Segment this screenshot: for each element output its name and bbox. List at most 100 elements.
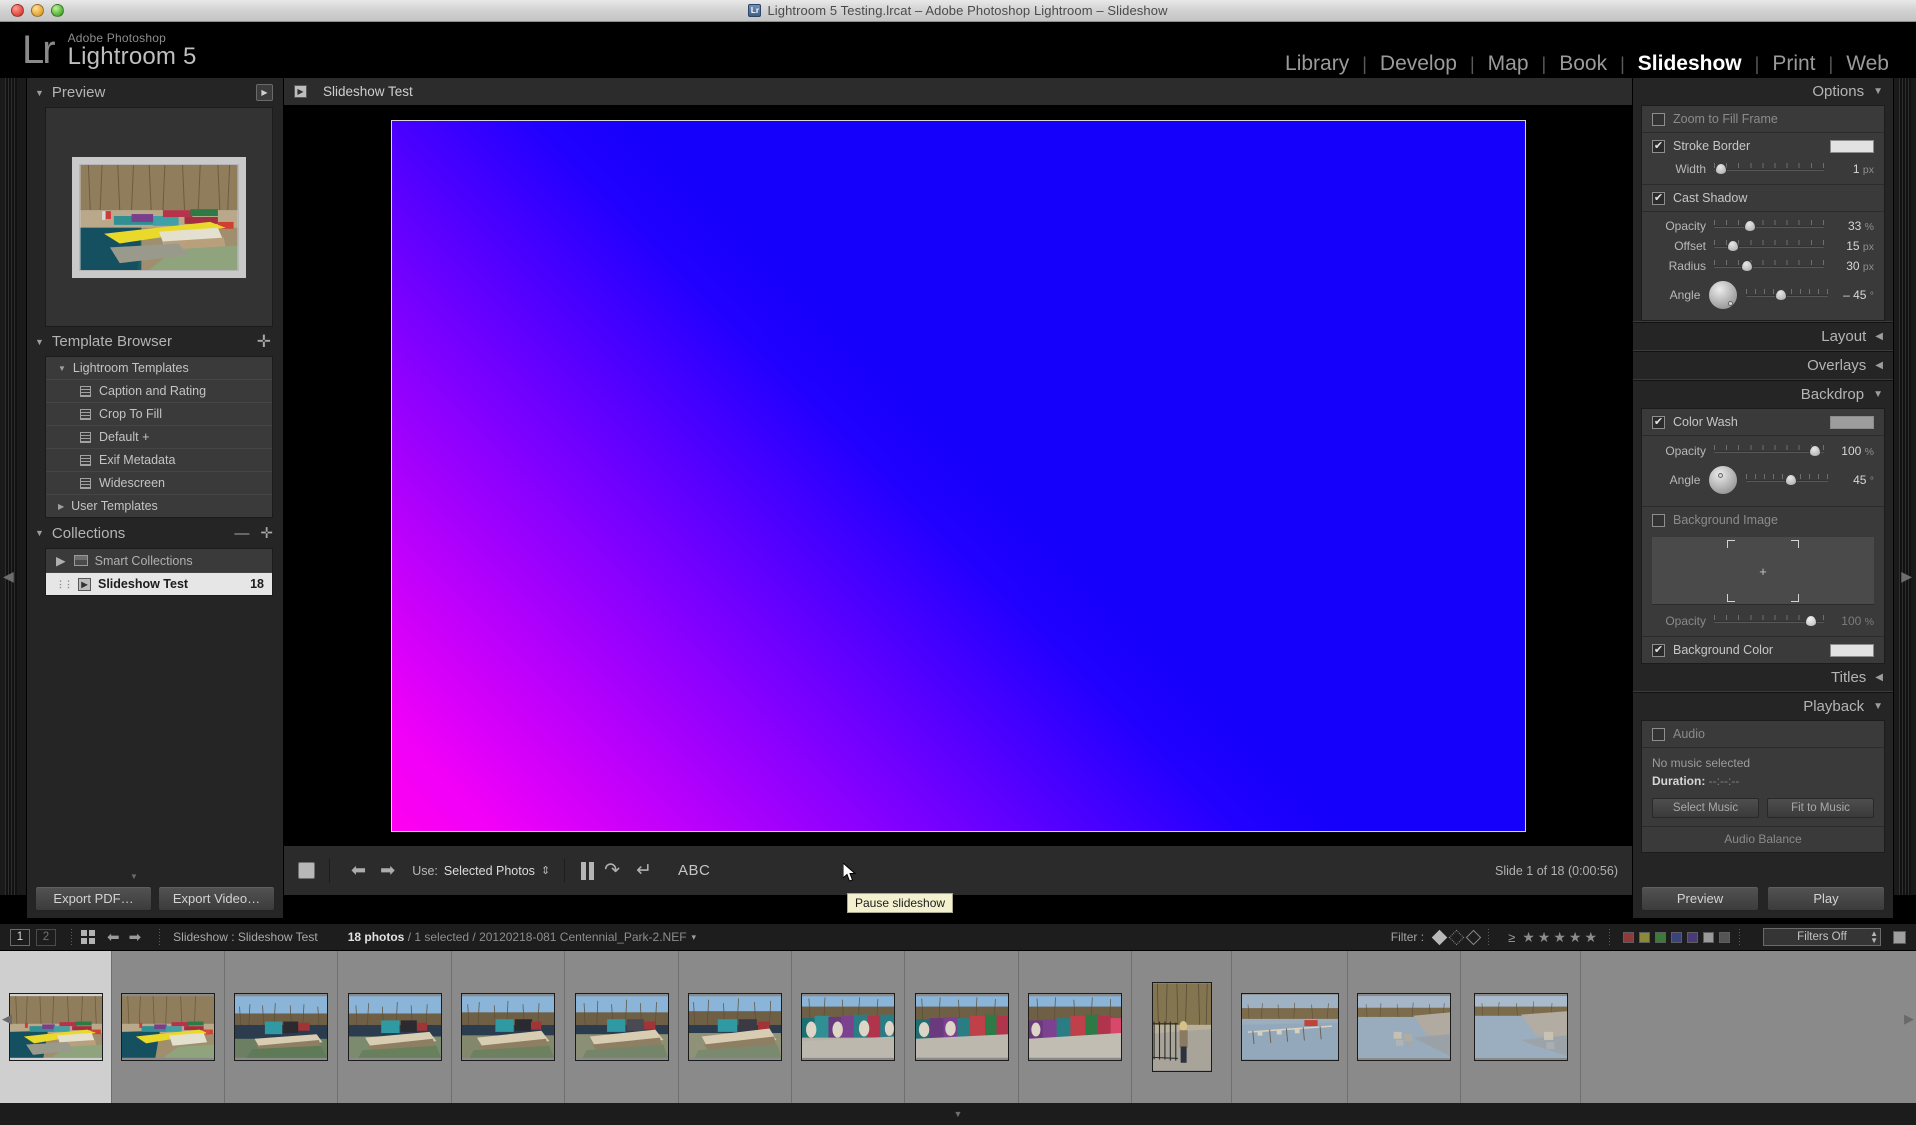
stroke-border-color-swatch[interactable] bbox=[1830, 139, 1874, 153]
play-button[interactable]: Play bbox=[1767, 885, 1885, 911]
slide-canvas[interactable] bbox=[391, 121, 1525, 831]
filmstrip[interactable]: ◀ ▶ bbox=[0, 951, 1916, 1103]
stroke-border-row[interactable]: ✔ Stroke Border bbox=[1642, 133, 1884, 159]
shadow-angle-slider[interactable] bbox=[1746, 289, 1829, 301]
color-label-none-icon[interactable] bbox=[1719, 931, 1730, 943]
shadow-offset-row[interactable]: Offset 15 px bbox=[1642, 236, 1884, 256]
color-label-purple-icon[interactable] bbox=[1687, 931, 1698, 943]
prev-slide-icon[interactable]: ⬅ bbox=[351, 860, 366, 881]
section-header-titles[interactable]: Titles ◀ bbox=[1633, 664, 1893, 691]
star-rating-filter[interactable]: ★★★★★ bbox=[1522, 929, 1600, 946]
color-wash-angle-dial[interactable] bbox=[1708, 465, 1739, 495]
slider-knob[interactable] bbox=[1785, 474, 1798, 486]
slider-knob[interactable] bbox=[1804, 615, 1817, 627]
collections-panel-header[interactable]: ▼ Collections — ✛ bbox=[27, 518, 283, 548]
list-item[interactable] bbox=[338, 951, 452, 1103]
loop-icon[interactable]: ↷ bbox=[604, 859, 620, 882]
background-image-row[interactable]: ✔ Background Image bbox=[1642, 507, 1884, 533]
color-label-green-icon[interactable] bbox=[1655, 931, 1666, 943]
zoom-to-fill-checkbox[interactable]: ✔ bbox=[1652, 112, 1665, 126]
zoom-to-fill-frame-row[interactable]: ✔ Zoom to Fill Frame bbox=[1642, 106, 1884, 133]
shadow-offset-slider[interactable] bbox=[1714, 240, 1824, 252]
list-item[interactable] bbox=[1232, 951, 1348, 1103]
preview-button[interactable]: Preview bbox=[1641, 885, 1759, 911]
flag-rejected-icon[interactable] bbox=[1465, 929, 1482, 945]
color-wash-checkbox[interactable]: ✔ bbox=[1652, 415, 1665, 429]
shadow-radius-row[interactable]: Radius 30 px bbox=[1642, 256, 1884, 276]
template-item-crop-to-fill[interactable]: Crop To Fill bbox=[46, 403, 272, 426]
module-print[interactable]: Print bbox=[1759, 52, 1828, 76]
background-image-opacity-slider[interactable] bbox=[1714, 615, 1824, 627]
list-item[interactable] bbox=[679, 951, 792, 1103]
return-icon[interactable]: ↵ bbox=[636, 859, 652, 882]
abc-button[interactable]: ABC bbox=[678, 862, 710, 879]
color-wash-opacity-slider[interactable] bbox=[1714, 445, 1824, 457]
plus-icon[interactable]: ✛ bbox=[260, 524, 273, 542]
list-item[interactable] bbox=[905, 951, 1019, 1103]
list-item[interactable] bbox=[225, 951, 338, 1103]
shadow-angle-dial[interactable] bbox=[1708, 280, 1739, 310]
module-web[interactable]: Web bbox=[1833, 52, 1902, 76]
module-library[interactable]: Library bbox=[1272, 52, 1362, 76]
list-item[interactable] bbox=[0, 951, 112, 1103]
shadow-angle-row[interactable]: Angle – 45 ° bbox=[1642, 276, 1884, 318]
filmstrip-collapse-handle[interactable]: ▼ bbox=[0, 1103, 1916, 1125]
template-browser-header[interactable]: ▼ Template Browser ✛ bbox=[27, 327, 283, 356]
grid-view-icon[interactable] bbox=[81, 930, 95, 944]
list-item[interactable] bbox=[112, 951, 225, 1103]
color-label-blue-icon[interactable] bbox=[1671, 931, 1682, 943]
slider-knob[interactable] bbox=[1774, 289, 1787, 301]
right-panel-collapse-icon[interactable]: ▶ bbox=[1901, 568, 1912, 585]
filmstrip-prev-icon[interactable]: ◀ bbox=[2, 1011, 12, 1027]
section-header-overlays[interactable]: Overlays ◀ bbox=[1633, 352, 1893, 379]
list-item[interactable] bbox=[565, 951, 679, 1103]
background-color-checkbox[interactable]: ✔ bbox=[1652, 643, 1665, 657]
shadow-opacity-slider[interactable] bbox=[1714, 220, 1824, 232]
background-image-dropzone[interactable]: + bbox=[1652, 537, 1874, 605]
fit-to-music-button[interactable]: Fit to Music bbox=[1767, 798, 1874, 818]
section-header-playback[interactable]: Playback ▼ bbox=[1633, 693, 1893, 720]
shadow-radius-slider[interactable] bbox=[1714, 260, 1824, 272]
template-group-user[interactable]: ▶ User Templates bbox=[46, 495, 272, 517]
plus-icon[interactable]: ✛ bbox=[257, 333, 271, 350]
list-item[interactable] bbox=[1132, 951, 1232, 1103]
filmstrip-next-icon[interactable]: ▶ bbox=[1904, 1011, 1914, 1027]
flag-unflagged-icon[interactable] bbox=[1448, 929, 1465, 945]
color-wash-opacity-row[interactable]: Opacity 100 % bbox=[1642, 441, 1884, 461]
background-color-swatch[interactable] bbox=[1830, 643, 1874, 657]
drag-handle-icon[interactable]: ⋮⋮ bbox=[56, 579, 73, 590]
color-label-filters[interactable] bbox=[1623, 931, 1730, 943]
right-panel-edge[interactable]: ▶ bbox=[1893, 78, 1916, 895]
background-image-checkbox[interactable]: ✔ bbox=[1652, 513, 1665, 527]
background-image-opacity-row[interactable]: Opacity 100 % bbox=[1642, 611, 1884, 637]
section-header-backdrop[interactable]: Backdrop ▼ bbox=[1633, 381, 1893, 408]
template-group-lightroom[interactable]: ▼ Lightroom Templates bbox=[46, 357, 272, 380]
use-source-dropdown[interactable]: Selected Photos bbox=[444, 864, 535, 878]
template-item-default[interactable]: Default + bbox=[46, 426, 272, 449]
stepper-icon[interactable]: ▲ ▼ bbox=[1870, 930, 1878, 945]
color-label-yellow-icon[interactable] bbox=[1639, 931, 1650, 943]
slider-knob[interactable] bbox=[1726, 240, 1739, 252]
minus-icon[interactable]: — bbox=[234, 525, 249, 542]
audio-checkbox[interactable]: ✔ bbox=[1652, 727, 1665, 741]
flag-filters[interactable] bbox=[1431, 929, 1482, 945]
preview-panel-header[interactable]: ▼ Preview ▶ bbox=[27, 78, 283, 107]
slider-knob[interactable] bbox=[1744, 220, 1757, 232]
left-panel-grip[interactable] bbox=[5, 78, 17, 895]
section-header-layout[interactable]: Layout ◀ bbox=[1633, 323, 1893, 350]
rating-operator[interactable]: ≥ bbox=[1508, 930, 1515, 945]
slider-knob[interactable] bbox=[1714, 163, 1727, 175]
left-panel-edge[interactable]: ◀ bbox=[0, 78, 27, 895]
stroke-width-slider[interactable] bbox=[1714, 163, 1824, 175]
stop-square-icon[interactable] bbox=[298, 862, 315, 879]
color-wash-color-swatch[interactable] bbox=[1830, 415, 1874, 429]
color-wash-row[interactable]: ✔ Color Wash bbox=[1642, 409, 1884, 436]
filter-preset-dropdown[interactable]: Filters Off ▲ ▼ bbox=[1763, 928, 1881, 946]
module-develop[interactable]: Develop bbox=[1367, 52, 1470, 76]
play-box-icon[interactable]: ▶ bbox=[256, 84, 273, 101]
export-video-button[interactable]: Export Video… bbox=[158, 885, 275, 911]
slider-knob[interactable] bbox=[1741, 260, 1753, 272]
left-panel-collapse-icon[interactable]: ◀ bbox=[3, 568, 14, 585]
list-item[interactable] bbox=[452, 951, 565, 1103]
template-item-widescreen[interactable]: Widescreen bbox=[46, 472, 272, 495]
